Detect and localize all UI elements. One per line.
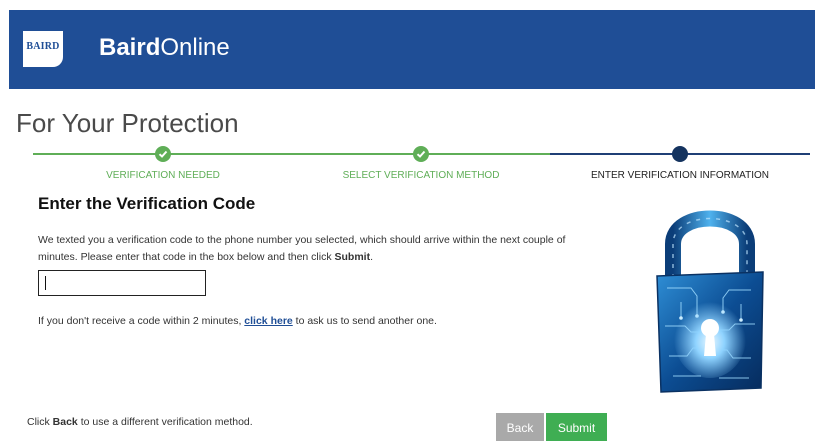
verification-code-input[interactable] <box>38 270 206 296</box>
instructions-submit-word: Submit <box>334 251 371 263</box>
form-heading: Enter the Verification Code <box>38 194 256 213</box>
progress-track-complete <box>33 153 550 155</box>
baird-logo[interactable]: BAIRD <box>23 31 63 67</box>
step-2-label: SELECT VERIFICATION METHOD <box>342 170 500 181</box>
submit-button[interactable]: Submit <box>546 413 607 441</box>
resend-text-end: to ask us to send another one. <box>292 315 437 327</box>
step-3-label: ENTER VERIFICATION INFORMATION <box>591 170 769 181</box>
step-2-check-icon <box>413 146 429 162</box>
logo-text: BAIRD <box>26 41 60 52</box>
back-note-end: to use a different verification method. <box>77 416 253 428</box>
instructions-text: We texted you a verification code to the… <box>38 234 566 263</box>
page-title: For Your Protection <box>16 108 239 138</box>
padlock-circuit-icon <box>656 210 764 393</box>
back-note: Click Back to use a different verificati… <box>27 416 253 428</box>
back-button[interactable]: Back <box>496 413 544 441</box>
brand-bold: Baird <box>99 34 161 61</box>
brand-light: Online <box>160 34 230 61</box>
brand-name: BairdOnline <box>99 34 230 62</box>
instructions-end: . <box>370 251 374 263</box>
back-note-back-word: Back <box>52 416 78 428</box>
resend-code-link[interactable]: click here <box>244 315 292 327</box>
step-1-check-icon <box>155 146 171 162</box>
resend-note: If you don't receive a code within 2 min… <box>38 315 437 327</box>
text-cursor <box>45 276 46 290</box>
site-header: BAIRD BairdOnline <box>9 10 815 89</box>
step-3-current-dot <box>672 146 688 162</box>
back-note-text: Click <box>27 416 53 428</box>
step-1-label: VERIFICATION NEEDED <box>106 170 220 181</box>
resend-text: If you don't receive a code within 2 min… <box>38 315 245 327</box>
instructions: We texted you a verification code to the… <box>38 232 608 266</box>
